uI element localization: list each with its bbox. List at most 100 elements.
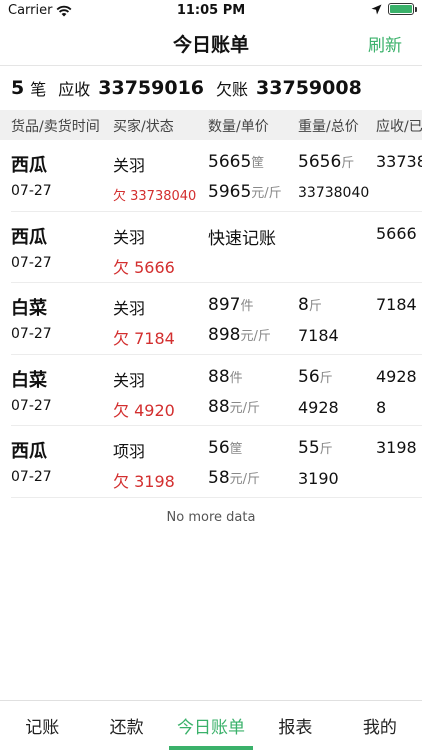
quantity: 897件 <box>208 295 253 315</box>
tab-bar: 记账 还款 今日账单 报表 我的 <box>0 700 422 750</box>
price-value: 898 <box>208 325 241 345</box>
unit-price: 5965元/斤 <box>208 182 282 202</box>
status-bar: Carrier 11:05 PM <box>0 0 422 22</box>
weight-unit: 斤 <box>341 156 355 171</box>
buyer-name: 项羽 <box>113 442 146 461</box>
quantity-value: 897 <box>208 295 241 315</box>
debt-status: 欠 4920 <box>113 400 175 420</box>
sale-date: 07-27 <box>11 254 52 271</box>
weight-unit: 斤 <box>319 442 333 457</box>
amount-paid: 8 <box>376 397 387 417</box>
tab-today-bills[interactable]: 今日账单 <box>168 701 254 750</box>
weight: 5656斤 <box>298 152 354 172</box>
header-goods-time: 货品/卖货时间 <box>11 119 100 135</box>
weight-value: 5656 <box>298 152 342 172</box>
price-value: 88 <box>208 396 230 417</box>
bill-list: 西瓜 07-27 关羽 欠 33738040 5665筐 5965元/斤 565… <box>0 140 422 498</box>
bill-count: 5 <box>11 77 25 99</box>
weight-unit: 斤 <box>319 370 333 386</box>
weight-value: 8 <box>298 295 309 315</box>
refresh-button[interactable]: 刷新 <box>368 31 402 56</box>
quantity-unit: 件 <box>229 370 243 386</box>
quantity-unit: 件 <box>240 299 254 314</box>
amount-due: 5666 <box>376 223 417 243</box>
amount-due: 3198 <box>376 438 417 457</box>
price-value: 58 <box>208 468 230 488</box>
table-row[interactable]: 西瓜 07-27 关羽 欠 5666 快速记账 5666 <box>11 212 422 283</box>
weight-value: 55 <box>298 438 320 458</box>
quantity-unit: 筐 <box>229 442 243 457</box>
unit-price: 88元/斤 <box>208 397 260 417</box>
no-more-data-label: No more data <box>166 510 256 525</box>
nav-bar: 今日账单 刷新 <box>0 22 422 66</box>
price-unit: 元/斤 <box>240 329 271 344</box>
header-qty-price: 数量/单价 <box>208 119 269 135</box>
total-price: 4928 <box>298 397 339 417</box>
bill-count-unit: 笔 <box>30 80 47 99</box>
status-time: 11:05 PM <box>176 3 246 18</box>
tab-bookkeeping[interactable]: 记账 <box>0 701 84 750</box>
sale-date: 07-27 <box>11 469 52 485</box>
price-unit: 元/斤 <box>251 186 282 201</box>
header-buyer-status: 买家/状态 <box>113 119 174 135</box>
goods-name: 白菜 <box>11 369 47 391</box>
buyer-name: 关羽 <box>113 299 146 318</box>
debt-status: 欠 7184 <box>113 329 175 348</box>
weight-value: 56 <box>298 366 320 387</box>
debt-status: 欠 33738040 <box>113 189 197 204</box>
debt-status: 欠 3198 <box>113 472 175 491</box>
quantity-value: 56 <box>208 438 230 458</box>
quantity: 88件 <box>208 367 243 387</box>
buyer-name: 关羽 <box>113 156 146 175</box>
total-price: 3190 <box>298 469 339 488</box>
owed-label: 欠账 <box>216 80 249 99</box>
goods-name: 白菜 <box>11 298 47 319</box>
total-price: 33738040 <box>298 185 370 201</box>
price-unit: 元/斤 <box>229 472 261 487</box>
quantity-value: 5665 <box>208 152 252 172</box>
sale-date: 07-27 <box>11 397 52 414</box>
total-price: 7184 <box>298 326 339 345</box>
table-row[interactable]: 白菜 07-27 关羽 欠 4920 88件 88元/斤 56斤 4928 49… <box>11 355 422 426</box>
buyer-name: 关羽 <box>113 370 146 390</box>
amount-due: 33738 <box>376 152 422 171</box>
battery-icon <box>388 3 417 15</box>
receivable-value: 33759016 <box>98 77 205 99</box>
quantity-value: 88 <box>208 366 230 387</box>
sale-date: 07-27 <box>11 326 52 342</box>
goods-name: 西瓜 <box>11 155 47 176</box>
amount-due: 4928 <box>376 366 417 386</box>
goods-name: 西瓜 <box>11 441 47 462</box>
tab-reports[interactable]: 报表 <box>253 701 337 750</box>
unit-price: 58元/斤 <box>208 468 260 488</box>
price-value: 5965 <box>208 182 252 202</box>
table-header: 货品/卖货时间 买家/状态 数量/单价 重量/总价 应收/已 <box>0 110 422 140</box>
tab-repayment[interactable]: 还款 <box>84 701 168 750</box>
status-right <box>371 3 417 15</box>
table-row[interactable]: 西瓜 07-27 项羽 欠 3198 56筐 58元/斤 55斤 3190 31… <box>11 426 422 498</box>
weight: 55斤 <box>298 438 333 458</box>
owed-value: 33759008 <box>256 77 362 99</box>
quantity: 56筐 <box>208 438 243 458</box>
quantity: 5665筐 <box>208 152 264 172</box>
buyer-name: 关羽 <box>113 227 146 247</box>
weight: 8斤 <box>298 295 322 315</box>
sale-date: 07-27 <box>11 183 52 199</box>
debt-status: 欠 5666 <box>113 257 175 277</box>
summary-bar: 5 笔 应收 33759016 欠账 33759008 <box>0 66 422 110</box>
unit-price: 898元/斤 <box>208 325 271 345</box>
receivable-label: 应收 <box>58 80 91 99</box>
battery-fill <box>390 5 412 13</box>
tab-mine[interactable]: 我的 <box>338 701 422 750</box>
quantity-unit: 筐 <box>251 156 265 171</box>
page-title: 今日账单 <box>172 34 249 56</box>
amount-due: 7184 <box>376 295 417 314</box>
weight-unit: 斤 <box>308 299 322 314</box>
price-unit: 元/斤 <box>229 400 261 416</box>
table-row[interactable]: 西瓜 07-27 关羽 欠 33738040 5665筐 5965元/斤 565… <box>11 140 422 212</box>
table-row[interactable]: 白菜 07-27 关羽 欠 7184 897件 898元/斤 8斤 7184 7… <box>11 283 422 355</box>
goods-name: 西瓜 <box>11 226 47 248</box>
header-weight-total: 重量/总价 <box>298 119 359 135</box>
quantity-value: 快速记账 <box>208 228 276 249</box>
weight: 56斤 <box>298 367 333 387</box>
